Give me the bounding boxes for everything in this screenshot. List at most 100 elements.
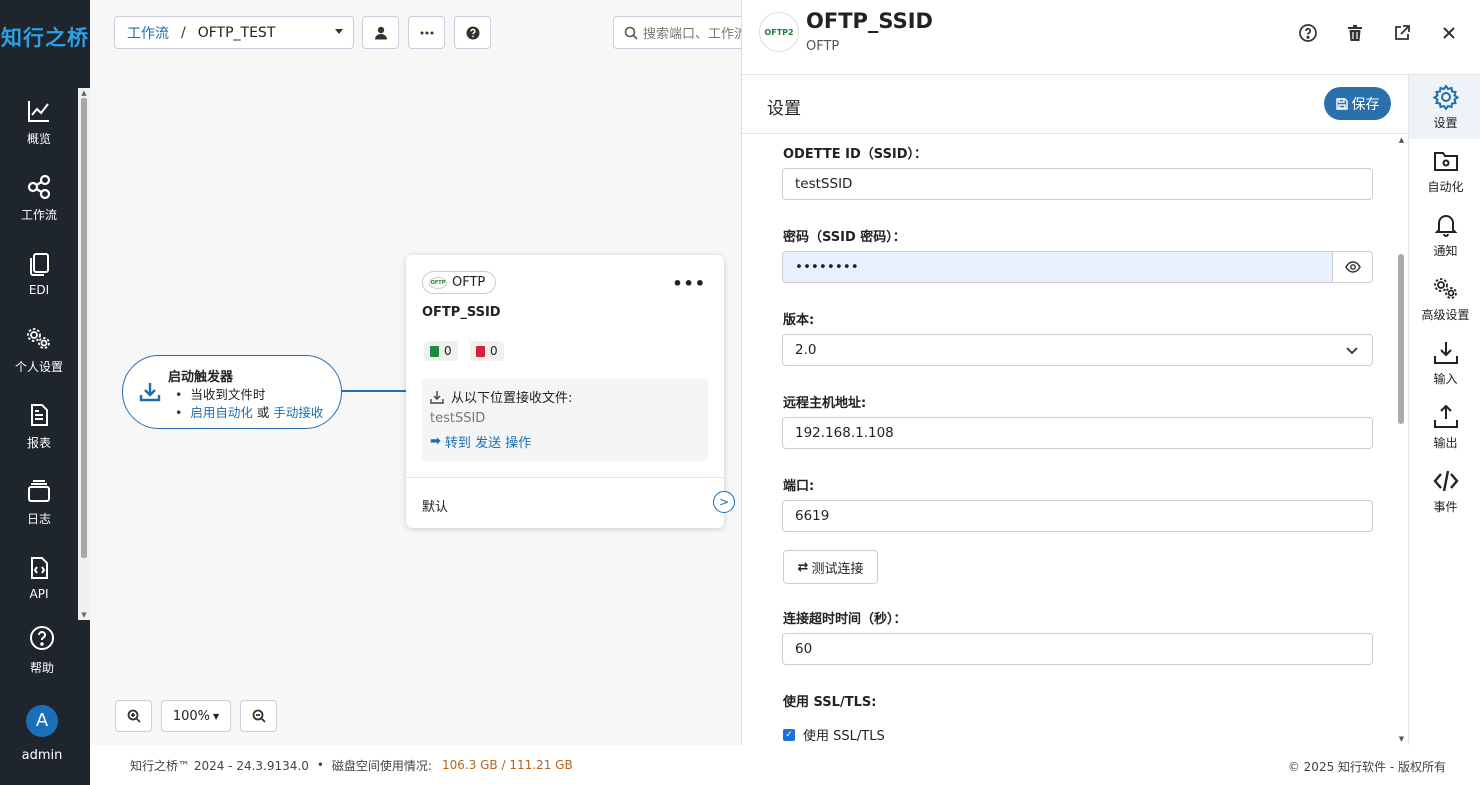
nav-item-overview[interactable]: 概览	[0, 92, 78, 152]
version-select[interactable]: 2.0	[782, 334, 1373, 366]
rnav-label: 设置	[1433, 115, 1458, 130]
help-label: 帮助	[29, 661, 54, 675]
ssl-checkbox-label: 使用 SSL/TLS	[803, 729, 885, 744]
zoom-out-button[interactable]	[240, 700, 277, 732]
nav-item-api[interactable]: API	[0, 548, 78, 608]
chart-line-icon	[28, 100, 49, 122]
report-icon	[31, 403, 48, 426]
bell-icon	[1434, 214, 1457, 237]
toggle-password-button[interactable]	[1333, 251, 1373, 283]
chevron-down-icon[interactable]	[335, 29, 343, 34]
host-label: 远程主机地址:	[783, 396, 867, 411]
question-circle-icon	[30, 626, 54, 650]
exchange-arrows-icon: ⇄	[797, 559, 809, 575]
ssl-label: 使用 SSL/TLS:	[783, 695, 877, 710]
zoom-level-select[interactable]: 100% ▼	[161, 700, 231, 732]
rnav-label: 事件	[1433, 499, 1458, 514]
rnav-automation[interactable]: 自动化	[1409, 139, 1480, 203]
host-input[interactable]: 192.168.1.108	[782, 417, 1373, 449]
version-label: 版本:	[783, 313, 815, 328]
rnav-advanced-settings[interactable]: 高级设置	[1409, 267, 1480, 331]
workflow-canvas[interactable]: 工作流 / OFTP_TEST 搜索端口、工作流 启动触发器 当收到文件时 启用…	[90, 0, 773, 745]
trash-icon[interactable]	[1345, 23, 1365, 43]
panel-scrollbar[interactable]: ▲ ▼	[1395, 134, 1408, 745]
rnav-label: 高级设置	[1421, 307, 1470, 322]
scroll-down-arrow[interactable]: ▼	[78, 610, 90, 620]
chevron-right-icon[interactable]: >	[713, 491, 735, 513]
receive-info-box: 从以下位置接收文件: testSSID ➡ 转到 发送 操作	[422, 379, 708, 461]
avatar: A	[26, 705, 58, 737]
arrow-right-icon: ➡	[430, 434, 441, 449]
panel-subtitle: OFTP	[806, 39, 840, 54]
ssl-checkbox[interactable]: ✓ 使用 SSL/TLS	[783, 725, 885, 744]
rnav-notifications[interactable]: 通知	[1409, 203, 1480, 267]
help-button[interactable]: 帮助	[0, 625, 84, 676]
nav-item-logs[interactable]: 日志	[0, 472, 78, 532]
error-count-badge[interactable]: 0	[470, 341, 504, 361]
ssid-input[interactable]: testSSID	[782, 168, 1373, 200]
nav-item-workflow[interactable]: 工作流	[0, 168, 78, 228]
download-tray-icon	[430, 390, 444, 404]
port-input[interactable]: 6619	[782, 500, 1373, 532]
rnav-input[interactable]: 输入	[1409, 331, 1480, 395]
nav-item-edi[interactable]: EDI	[0, 244, 78, 304]
user-name: admin	[21, 748, 63, 763]
nav-item-personal-settings[interactable]: 个人设置	[0, 320, 78, 380]
download-icon	[139, 383, 161, 402]
timeout-input[interactable]: 60	[782, 633, 1373, 665]
or-text: 或	[256, 405, 270, 420]
scroll-thumb[interactable]	[81, 98, 87, 558]
password-input[interactable]: ••••••••	[782, 251, 1333, 283]
save-button[interactable]: 保存	[1324, 87, 1391, 120]
nav-item-reports[interactable]: 报表	[0, 396, 78, 456]
breadcrumb-root-link[interactable]: 工作流	[127, 23, 169, 43]
oftp2-logo-icon: OFTP2	[759, 12, 799, 52]
nav-label: EDI	[28, 283, 50, 297]
upload-tray-icon	[1433, 404, 1458, 428]
trigger-condition: 当收到文件时	[175, 386, 323, 404]
manual-receive-link[interactable]: 手动接收	[273, 405, 323, 420]
oftp-port-node[interactable]: OFTP OFTP ••• OFTP_SSID 0 0 从以下位置接收文件: t…	[406, 255, 735, 528]
nav-label: 个人设置	[14, 359, 63, 374]
more-button[interactable]	[408, 16, 445, 49]
panel-right-nav: 设置 自动化 通知 高级设置 输入 输出 事件	[1408, 75, 1480, 745]
help-toolbar-button[interactable]	[454, 16, 491, 49]
checkmark-icon: ✓	[783, 728, 795, 741]
host-value: 192.168.1.108	[795, 425, 894, 441]
enable-automation-link[interactable]: 启用自动化	[190, 405, 253, 420]
question-circle-icon	[466, 26, 479, 39]
zoom-in-icon	[127, 709, 141, 723]
question-circle-icon[interactable]	[1298, 23, 1318, 43]
disk-usage-label: 磁盘空间使用情况:	[331, 758, 432, 773]
start-trigger-node[interactable]: 启动触发器 当收到文件时 启用自动化 或 手动接收	[122, 355, 342, 429]
goto-send-link[interactable]: ➡ 转到 发送 操作	[430, 432, 700, 451]
user-filter-button[interactable]	[362, 16, 399, 49]
nav-scrollbar[interactable]: ▲ ▼	[78, 88, 90, 620]
user-menu[interactable]: A admin	[0, 705, 84, 763]
status-footer: 知行之桥™ 2024 - 24.3.9134.0 • 磁盘空间使用情况: 106…	[90, 745, 1480, 785]
port-settings-panel: OFTP2 OFTP_SSID OFTP 设置 保存 ODETTE ID（SSI…	[741, 0, 1480, 745]
success-count-badge[interactable]: 0	[424, 341, 458, 361]
scroll-thumb[interactable]	[1398, 254, 1404, 424]
test-connection-button[interactable]: ⇄ 测试连接	[783, 550, 878, 584]
nav-label: 日志	[26, 511, 51, 526]
external-link-icon[interactable]	[1392, 23, 1412, 43]
default-output: 默认	[406, 477, 724, 528]
timeout-value: 60	[795, 641, 813, 657]
close-icon[interactable]	[1439, 23, 1459, 43]
rnav-settings[interactable]: 设置	[1409, 75, 1480, 139]
test-connection-label: 测试连接	[811, 561, 864, 577]
breadcrumb[interactable]: 工作流 / OFTP_TEST	[114, 16, 354, 49]
rnav-output[interactable]: 输出	[1409, 395, 1480, 459]
scroll-up-arrow[interactable]: ▲	[78, 88, 90, 98]
workflow-share-icon	[27, 174, 51, 199]
error-count: 0	[490, 344, 498, 358]
ssid-label: ODETTE ID（SSID）：	[783, 147, 928, 162]
zoom-in-button[interactable]	[115, 700, 152, 732]
node-menu-button[interactable]: •••	[672, 274, 706, 293]
rnav-events[interactable]: 事件	[1409, 459, 1480, 523]
scroll-down-arrow[interactable]: ▼	[1395, 735, 1408, 743]
user-icon	[374, 26, 387, 39]
download-tray-icon	[1433, 341, 1458, 364]
scroll-up-arrow[interactable]: ▲	[1395, 136, 1408, 144]
